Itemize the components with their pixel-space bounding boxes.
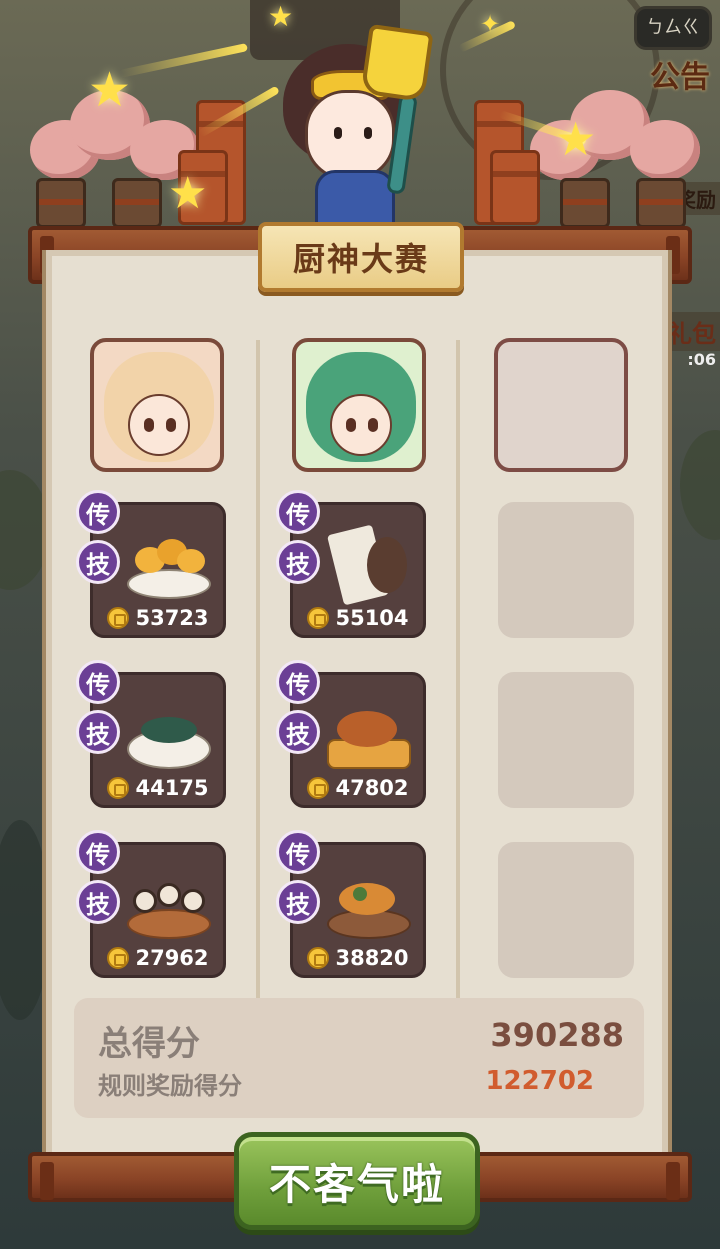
total-score-value: 390288 (490, 1016, 624, 1054)
coin-icon (307, 947, 330, 969)
panel-title: 厨神大赛 (292, 240, 429, 278)
panda-dumplings-icon (127, 873, 211, 939)
legendary-badge: 传 (76, 830, 120, 874)
coin-icon (307, 607, 330, 629)
roast-duck-icon (327, 703, 411, 769)
confirm-button[interactable]: 不客气啦 (234, 1132, 480, 1230)
star-icon: ★ (168, 168, 208, 219)
score-summary: 总得分 390288 规则奖励得分 122702 (74, 998, 644, 1118)
dish-score: 44175 (93, 773, 223, 803)
confirm-button-label: 不客气啦 (268, 1159, 445, 1209)
legendary-badge: 传 (276, 830, 320, 874)
fence-post (112, 178, 162, 228)
stir-fry-platter-icon (327, 873, 411, 939)
dish-score: 53723 (93, 603, 223, 633)
star-icon: ★ (555, 112, 597, 166)
fried-buns-icon (127, 533, 211, 599)
dish-score-value: 47802 (335, 776, 409, 800)
empty-dish-slot[interactable] (498, 672, 634, 808)
coin-icon (307, 777, 330, 799)
panel-title-plate: 厨神大赛 (258, 222, 464, 292)
bonus-score-label: 规则奖励得分 (98, 1072, 242, 1100)
star-icon: ✦ (480, 10, 501, 38)
legendary-badge: 传 (276, 660, 320, 704)
gift-side-tab[interactable]: 礼包 (664, 312, 720, 351)
dish-score-value: 53723 (135, 606, 209, 630)
dish-score: 55104 (293, 603, 423, 633)
fence-post (490, 150, 540, 225)
poster-recipe-icon (326, 524, 411, 606)
chef-avatar-1[interactable] (90, 338, 224, 472)
skill-badge: 技 (276, 880, 320, 924)
column-divider (456, 340, 460, 1000)
notice-bubble: ㄅㄙㄍ (634, 6, 712, 50)
chef-avatar-2[interactable] (292, 338, 426, 472)
dish-score-value: 27962 (135, 946, 209, 970)
coin-icon (107, 947, 130, 969)
dish-score: 38820 (293, 943, 423, 973)
star-icon: ★ (88, 62, 132, 118)
dish-score-value: 55104 (335, 606, 409, 630)
green-bean-bowl-icon (127, 703, 211, 769)
legendary-badge: 传 (276, 490, 320, 534)
fence-post (560, 178, 610, 228)
fence-post (36, 178, 86, 228)
coin-icon (107, 607, 130, 629)
skill-badge: 技 (276, 540, 320, 584)
background-tree (680, 430, 720, 540)
chef-god-character (275, 23, 475, 230)
empty-dish-slot[interactable] (498, 842, 634, 978)
coin-icon (107, 777, 130, 799)
star-icon: ★ (268, 0, 294, 33)
fence-post (636, 178, 686, 228)
dish-score: 47802 (293, 773, 423, 803)
dish-score-value: 38820 (335, 946, 409, 970)
gift-timer: :06 (687, 350, 716, 369)
skill-badge: 技 (276, 710, 320, 754)
dish-score-value: 44175 (135, 776, 209, 800)
legendary-badge: 传 (76, 490, 120, 534)
total-score-label: 总得分 (98, 1024, 200, 1064)
skill-badge: 技 (76, 710, 120, 754)
bonus-score-value: 122702 (485, 1066, 594, 1096)
empty-avatar-slot[interactable] (494, 338, 628, 472)
skill-badge: 技 (76, 880, 120, 924)
skill-badge: 技 (76, 540, 120, 584)
column-divider (256, 340, 260, 1000)
dish-score: 27962 (93, 943, 223, 973)
legendary-badge: 传 (76, 660, 120, 704)
empty-dish-slot[interactable] (498, 502, 634, 638)
